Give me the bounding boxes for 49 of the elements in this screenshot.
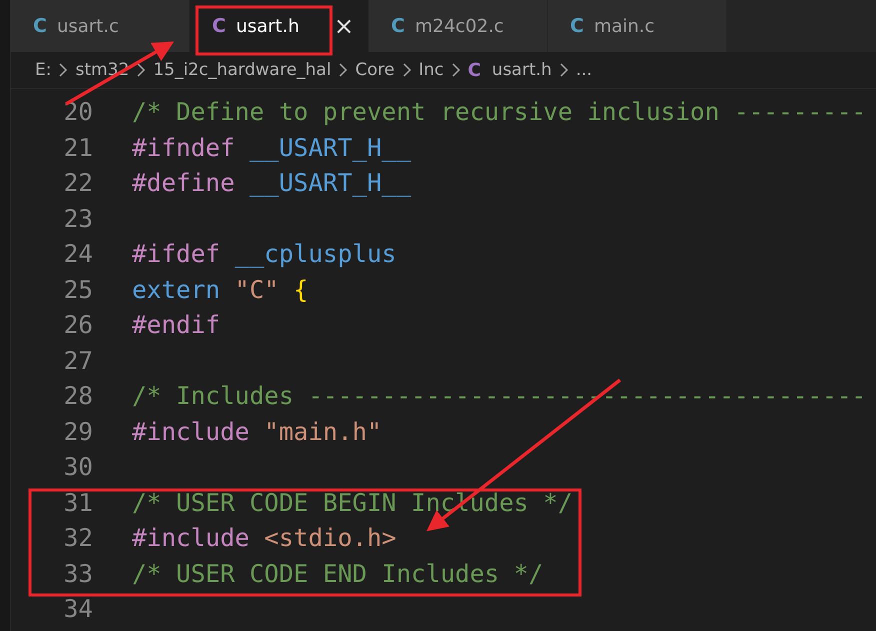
editor-tab[interactable]: C m24c02.c: [369, 0, 548, 52]
line-number: 31: [62, 488, 93, 517]
line-number: 29: [62, 416, 93, 446]
c-file-icon: C: [570, 15, 584, 37]
line-number: 24: [62, 239, 93, 268]
code-line: /* Define to prevent recursive inclusion ---------: [132, 97, 866, 126]
tab-label: usart.h: [236, 16, 300, 36]
tab-label: main.c: [594, 16, 655, 36]
code-line: #include <stdio.h>: [132, 523, 396, 552]
code-line: #ifndef __USART_H__: [132, 132, 412, 162]
tab-label: m24c02.c: [414, 16, 504, 36]
line-number: 23: [62, 204, 93, 233]
line-number: 32: [62, 523, 93, 552]
line-number: 26: [62, 310, 93, 340]
c-file-icon: C: [212, 15, 226, 37]
line-number: 27: [62, 346, 93, 375]
c-file-icon: C: [468, 60, 481, 80]
line-number: 34: [62, 594, 93, 624]
chevron-icon: [136, 63, 146, 77]
editor-tab[interactable]: C main.c: [548, 0, 727, 52]
code-line: #endif: [132, 310, 220, 340]
chevron-icon: [338, 63, 348, 77]
editor-tab[interactable]: C usart.c: [11, 0, 190, 52]
line-number: 22: [62, 168, 93, 198]
c-file-icon: C: [33, 15, 47, 37]
line-number: 33: [62, 558, 93, 588]
tab-label: usart.c: [56, 16, 119, 36]
line-number: 28: [62, 381, 93, 410]
chevron-icon: [450, 63, 461, 77]
chevron-icon: [402, 63, 412, 77]
breadcrumb-item[interactable]: ...: [576, 60, 592, 80]
close-icon[interactable]: ×: [334, 12, 354, 40]
line-number: 25: [62, 274, 93, 304]
breadcrumb-item[interactable]: E:: [35, 60, 52, 80]
code-line: #define __USART_H__: [132, 168, 412, 198]
breadcrumb-item[interactable]: Inc: [418, 60, 444, 80]
code-line: #ifdef __cplusplus: [132, 239, 396, 268]
code-line: /* USER CODE END Includes */: [132, 558, 544, 588]
code-line: extern "C" {: [132, 274, 308, 304]
breadcrumb-item[interactable]: usart.h: [492, 60, 552, 80]
line-number: 21: [62, 132, 93, 162]
breadcrumb-item[interactable]: 15_i2c_hardware_hal: [153, 60, 332, 80]
chevron-icon: [58, 63, 68, 77]
chevron-icon: [558, 63, 569, 77]
breadcrumb-item[interactable]: Core: [355, 60, 395, 80]
c-file-icon: C: [391, 15, 405, 37]
code-line: #include "main.h": [132, 416, 382, 446]
editor-tab[interactable]: C usart.h ×: [190, 0, 369, 52]
line-number: 30: [62, 452, 93, 482]
